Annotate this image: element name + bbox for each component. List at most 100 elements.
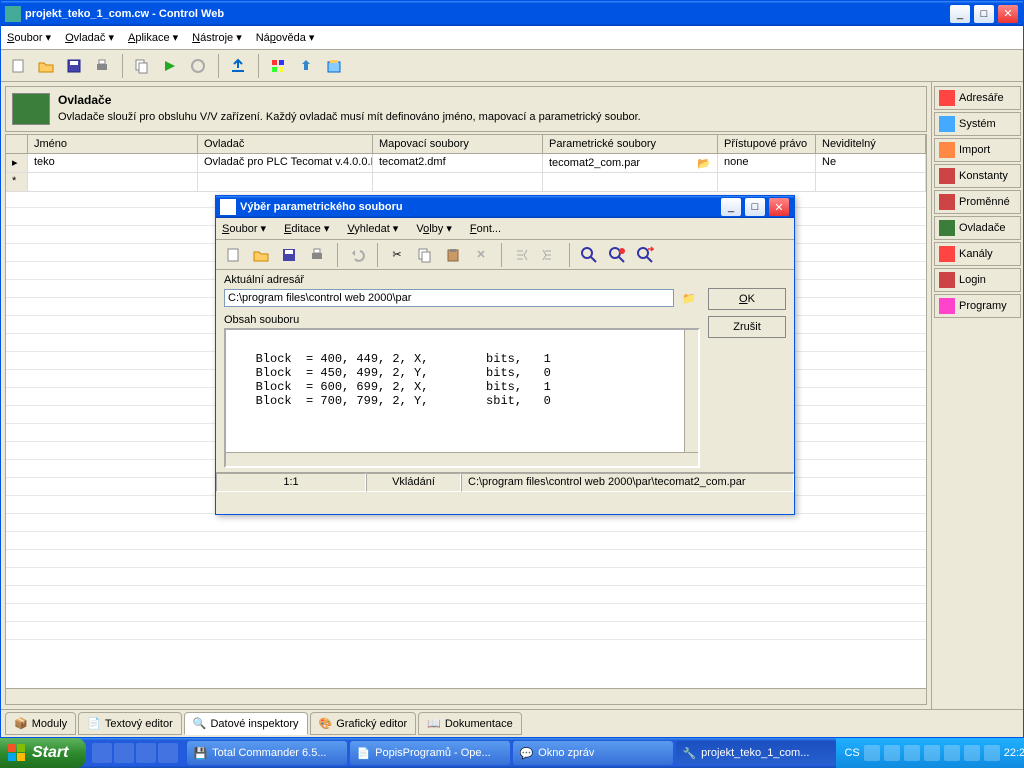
tab-textovy[interactable]: 📄 Textový editor [78, 712, 182, 735]
dialog-toolbar: ✂ ✕ [216, 240, 794, 270]
up-dir-icon[interactable]: 📁 [678, 288, 700, 308]
cell-parametricke[interactable]: tecomat2_com.par📂 [543, 154, 718, 172]
dmenu-soubor[interactable]: Soubor ▾ [222, 222, 266, 235]
d-open-icon[interactable] [248, 242, 274, 268]
d-indent-icon[interactable] [536, 242, 562, 268]
start-button[interactable]: Start [0, 738, 86, 768]
dialog-close[interactable]: ✕ [768, 197, 790, 217]
file-hscroll[interactable] [226, 452, 698, 466]
ql-icon[interactable] [92, 743, 112, 763]
side-system[interactable]: Systém [934, 112, 1021, 136]
dmenu-editace[interactable]: Editace ▾ [284, 222, 329, 235]
tray-icon[interactable] [904, 745, 920, 761]
close-button[interactable]: ✕ [997, 4, 1019, 24]
col-mapovaci[interactable]: Mapovací soubory [373, 135, 543, 153]
tab-datove[interactable]: 🔍 Datové inspektory [184, 712, 308, 735]
side-programy[interactable]: Programy [934, 294, 1021, 318]
task-okno[interactable]: 💬 Okno zpráv [513, 741, 673, 765]
d-save-icon[interactable] [276, 242, 302, 268]
ok-button[interactable]: OK [708, 288, 786, 310]
info-heading: Ovladače [58, 93, 641, 107]
ql-icon[interactable] [136, 743, 156, 763]
d-findnext-icon[interactable] [604, 242, 630, 268]
side-login[interactable]: Login [934, 268, 1021, 292]
save-icon[interactable] [61, 53, 87, 79]
col-parametricke[interactable]: Parametrické soubory [543, 135, 718, 153]
ql-icon[interactable] [158, 743, 178, 763]
tray-icon[interactable] [884, 745, 900, 761]
file-content[interactable]: Block = 400, 449, 2, X, bits, 1 Block = … [224, 328, 700, 468]
d-outdent-icon[interactable] [508, 242, 534, 268]
d-copy-icon[interactable] [412, 242, 438, 268]
stop-icon[interactable] [185, 53, 211, 79]
d-new-icon[interactable] [220, 242, 246, 268]
path-input[interactable] [224, 289, 674, 307]
task-popis[interactable]: 📄 PopisProgramů - Ope... [350, 741, 510, 765]
main-toolbar [1, 50, 1023, 82]
tray-lang[interactable]: CS [844, 747, 859, 759]
tray-icon[interactable] [944, 745, 960, 761]
new-icon[interactable] [5, 53, 31, 79]
d-print-icon[interactable] [304, 242, 330, 268]
tray-icon[interactable] [984, 745, 1000, 761]
d-find-icon[interactable] [576, 242, 602, 268]
side-import[interactable]: Import [934, 138, 1021, 162]
tool3-icon[interactable] [321, 53, 347, 79]
menu-nastroje[interactable]: Nástroje ▾ [192, 31, 242, 44]
tab-moduly[interactable]: 📦 Moduly [5, 712, 76, 735]
ql-icon[interactable] [114, 743, 134, 763]
d-paste-icon[interactable] [440, 242, 466, 268]
menu-soubor[interactable]: Soubor ▾ [7, 31, 51, 44]
grid-scrollbar[interactable] [6, 688, 926, 704]
col-ovladac[interactable]: Ovladač [198, 135, 373, 153]
run-icon[interactable] [157, 53, 183, 79]
copy-icon[interactable] [129, 53, 155, 79]
open-icon[interactable] [33, 53, 59, 79]
tab-graficky[interactable]: 🎨 Grafický editor [310, 712, 417, 735]
tool1-icon[interactable] [265, 53, 291, 79]
maximize-button[interactable]: □ [973, 4, 995, 24]
dmenu-volby[interactable]: Volby ▾ [416, 222, 452, 235]
side-adresare[interactable]: Adresáře [934, 86, 1021, 110]
dmenu-vyhledat[interactable]: Vyhledat ▾ [347, 222, 398, 235]
file-vscroll[interactable] [684, 330, 698, 452]
menu-aplikace[interactable]: Aplikace ▾ [128, 31, 178, 44]
main-menubar: Soubor ▾ Ovladač ▾ Aplikace ▾ Nástroje ▾… [1, 26, 1023, 50]
side-promenne[interactable]: Proměnné [934, 190, 1021, 214]
minimize-button[interactable]: _ [949, 4, 971, 24]
d-cut-icon[interactable]: ✂ [384, 242, 410, 268]
tray-icon[interactable] [924, 745, 940, 761]
col-neviditelny[interactable]: Neviditelný [816, 135, 926, 153]
d-undo-icon[interactable] [344, 242, 370, 268]
content-label: Obsah souboru [224, 314, 700, 326]
col-pristup[interactable]: Přístupové právo [718, 135, 816, 153]
tab-dokumentace[interactable]: 📖 Dokumentace [418, 712, 522, 735]
dialog-maximize[interactable]: □ [744, 197, 766, 217]
export-icon[interactable] [225, 53, 251, 79]
side-kanaly[interactable]: Kanály [934, 242, 1021, 266]
menu-ovladac[interactable]: Ovladač ▾ [65, 31, 114, 44]
task-tc[interactable]: 💾 Total Commander 6.5... [187, 741, 347, 765]
tool2-icon[interactable] [293, 53, 319, 79]
d-replace-icon[interactable] [632, 242, 658, 268]
table-row[interactable]: ▸ teko Ovladač pro PLC Tecomat v.4.0.0.I… [6, 154, 926, 173]
menu-napoveda[interactable]: Nápověda ▾ [256, 31, 315, 44]
task-projekt[interactable]: 🔧 projekt_teko_1_com... [676, 741, 836, 765]
folder-icon[interactable]: 📂 [697, 157, 711, 170]
dialog-minimize[interactable]: _ [720, 197, 742, 217]
bottom-tabs: 📦 Moduly 📄 Textový editor 🔍 Datové inspe… [1, 709, 1023, 737]
tray-icon[interactable] [864, 745, 880, 761]
side-ovladace[interactable]: Ovladače [934, 216, 1021, 240]
status-pos: 1:1 [216, 473, 366, 492]
tray-clock[interactable]: 22:22 [1004, 747, 1024, 759]
print-icon[interactable] [89, 53, 115, 79]
tray-icon[interactable] [964, 745, 980, 761]
cell-pristup: none [718, 154, 816, 172]
side-konstanty[interactable]: Konstanty [934, 164, 1021, 188]
col-jmeno[interactable]: Jméno [28, 135, 198, 153]
cancel-button[interactable]: Zrušit [708, 316, 786, 338]
param-file-dialog: Výběr parametrického souboru _ □ ✕ Soubo… [215, 195, 795, 515]
cell-jmeno: teko [28, 154, 198, 172]
dmenu-font[interactable]: Font... [470, 223, 501, 235]
d-delete-icon[interactable]: ✕ [468, 242, 494, 268]
